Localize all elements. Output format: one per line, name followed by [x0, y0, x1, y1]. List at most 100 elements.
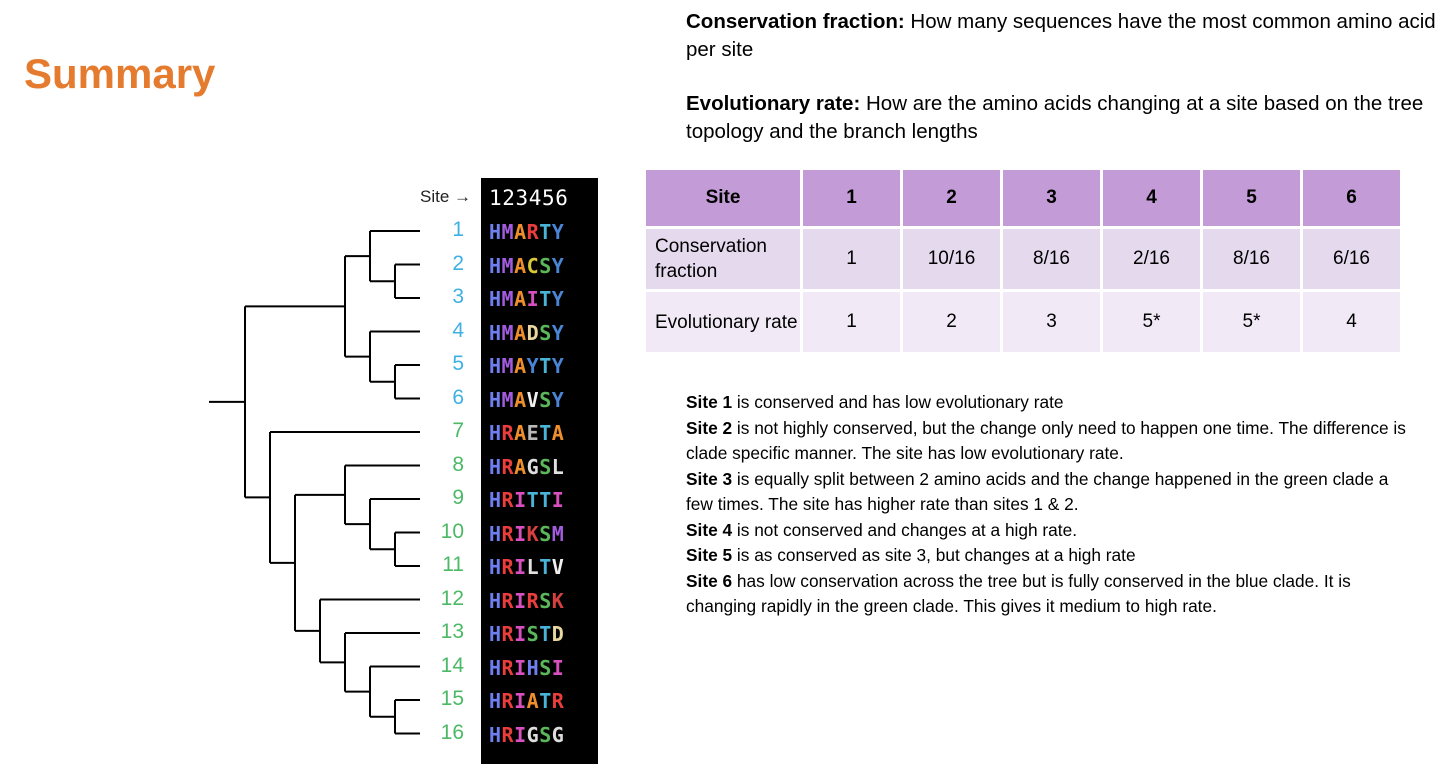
residue: T: [539, 421, 552, 445]
sequence-row: HMAYTY: [489, 354, 564, 378]
definition-term: Evolutionary rate:: [686, 92, 861, 115]
residue: A: [514, 220, 527, 244]
residue: A: [514, 320, 527, 345]
residue: S: [539, 655, 552, 680]
residue: A: [551, 421, 565, 445]
residue: G: [526, 722, 540, 747]
table-cell: 1: [800, 289, 903, 355]
leaf-label: 8: [452, 452, 464, 476]
leaf-label: 7: [452, 419, 464, 442]
residue: Y: [551, 387, 565, 412]
residue: Y: [551, 354, 565, 378]
residue: H: [489, 588, 502, 613]
residue: V: [551, 555, 565, 579]
residue: S: [539, 253, 552, 278]
sequence-row: HRISTD: [489, 622, 564, 646]
residue: T: [539, 555, 552, 579]
leaf-label: 12: [440, 586, 464, 610]
sequence-row: HRAGSL: [489, 455, 564, 479]
residue: H: [489, 253, 502, 278]
residue: M: [551, 521, 565, 546]
residue: R: [501, 421, 515, 445]
residue: I: [514, 689, 527, 713]
residue: I: [551, 488, 565, 512]
leaf-label: 9: [452, 486, 464, 509]
table-cell: 8/16: [1200, 226, 1303, 292]
leaf-label: 13: [440, 620, 464, 643]
residue: R: [501, 655, 515, 680]
table-cell: 5*: [1200, 289, 1303, 355]
residue: S: [539, 521, 552, 546]
residue: R: [501, 454, 515, 479]
note-text: is equally split between 2 amino acids a…: [686, 468, 1389, 515]
residue: R: [501, 622, 515, 646]
residue: I: [514, 722, 527, 747]
residue: M: [501, 320, 515, 345]
residue: H: [489, 655, 502, 680]
phylogenetic-tree: [209, 230, 420, 735]
table-cell: 2/16: [1100, 226, 1203, 292]
residue: D: [551, 622, 565, 646]
leaf-label: 11: [442, 553, 464, 576]
residue: H: [526, 655, 540, 680]
table-header-cell: Site: [643, 167, 803, 229]
residue: H: [489, 521, 502, 546]
residue: D: [526, 320, 540, 345]
residue: R: [501, 555, 515, 579]
table-row-label: Conservation fraction: [643, 226, 803, 292]
residue: S: [526, 622, 540, 646]
residue: H: [489, 555, 502, 579]
residue: H: [489, 354, 502, 378]
table-header-cell: 6: [1300, 167, 1403, 229]
leaf-label: 14: [440, 653, 464, 677]
residue: H: [489, 454, 502, 479]
residue: A: [514, 454, 527, 479]
residue: H: [489, 689, 502, 713]
leaf-label: 2: [452, 251, 464, 275]
table-row: Conservation fraction 1 10/16 8/16 2/16 …: [643, 226, 1403, 292]
residue: I: [514, 521, 527, 546]
residue: T: [539, 488, 552, 512]
residue: R: [501, 521, 515, 546]
note-site-6: Site 6 has low conservation across the t…: [686, 569, 1416, 620]
residue: M: [501, 253, 515, 278]
residue: H: [489, 320, 502, 345]
residue: M: [501, 354, 515, 378]
sequence-row: HRAETA: [489, 421, 564, 445]
note-term: Site 6: [686, 570, 733, 591]
residue: Y: [551, 220, 565, 244]
definition-conservation-fraction: Conservation fraction: How many sequence…: [686, 8, 1436, 64]
residue: T: [526, 488, 540, 512]
residue: A: [514, 421, 527, 445]
residue: R: [551, 689, 565, 713]
residue: L: [526, 555, 540, 579]
residue: E: [526, 421, 540, 445]
residue: S: [539, 454, 552, 479]
residue: A: [514, 253, 527, 278]
note-site-5: Site 5 is as conserved as site 3, but ch…: [686, 543, 1416, 569]
residue: K: [526, 521, 540, 546]
residue: Y: [551, 287, 565, 311]
residue: Y: [526, 354, 540, 378]
table-header-cell: 5: [1200, 167, 1303, 229]
sequence-row: HRIATR: [489, 689, 564, 713]
table-header-cell: 3: [1000, 167, 1103, 229]
residue: T: [539, 622, 552, 646]
note-site-3: Site 3 is equally split between 2 amino …: [686, 467, 1416, 518]
residue: H: [489, 220, 502, 244]
alignment-site-header: 123456: [489, 186, 569, 210]
sequence-row: HRIHSI: [489, 656, 564, 680]
note-term: Site 2: [686, 417, 733, 438]
sequence-row: HRILTV: [489, 555, 564, 579]
definition-evolutionary-rate: Evolutionary rate: How are the amino aci…: [686, 90, 1436, 146]
residue: R: [501, 722, 515, 747]
sequence-row: HRIGSG: [489, 723, 564, 747]
residue: G: [526, 454, 540, 479]
leaf-label: 15: [440, 687, 464, 710]
note-text: is not conserved and changes at a high r…: [732, 519, 1078, 540]
leaf-label: 1: [452, 218, 464, 241]
residue: H: [489, 421, 502, 445]
residue: I: [514, 655, 527, 680]
note-term: Site 3: [686, 468, 733, 489]
sequence-row: HRITTI: [489, 488, 564, 512]
